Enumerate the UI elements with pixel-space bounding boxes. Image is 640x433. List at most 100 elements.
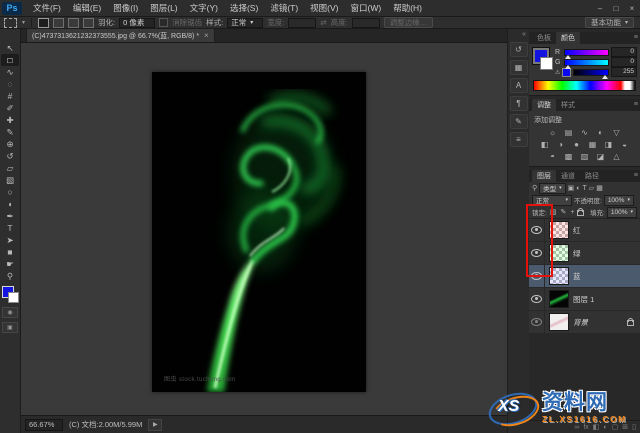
history-brush-tool[interactable]: ↺ [1, 150, 19, 162]
menu-select[interactable]: 选择(S) [224, 2, 264, 14]
path-selection-tool[interactable]: ➤ [1, 234, 19, 246]
new-selection-icon[interactable] [38, 17, 50, 28]
channel-mixer-icon[interactable]: ◨ [603, 139, 615, 149]
gradient-tool[interactable]: ▧ [1, 174, 19, 186]
exposure-icon[interactable]: ◐ [595, 127, 607, 137]
filter-smart-objects-icon[interactable]: ▦ [596, 184, 603, 192]
pen-tool[interactable]: ✒ [1, 210, 19, 222]
tool-preset-arrow-icon[interactable]: ▾ [22, 19, 25, 26]
lasso-tool[interactable]: ∿ [1, 66, 19, 78]
menu-filter[interactable]: 滤镜(T) [264, 2, 304, 14]
blur-tool[interactable]: ○ [1, 186, 19, 198]
brush-panel-icon[interactable]: ✎ [509, 114, 528, 129]
layer-row-layer1[interactable]: 图层 1 [529, 288, 640, 311]
smoke-image[interactable]: 图虫 stock.tuchong.com [152, 72, 366, 392]
rectangle-tool[interactable]: ■ [1, 246, 19, 258]
color-lookup-icon[interactable]: ◒ [619, 139, 631, 149]
tab-paths[interactable]: 路径 [580, 170, 604, 182]
crop-tool[interactable]: # [1, 90, 19, 102]
gradient-map-icon[interactable]: ◪ [595, 151, 607, 161]
tab-adjustments[interactable]: 调整 [532, 99, 556, 111]
panel-menu-icon[interactable]: ≡ [634, 34, 638, 41]
workspace-switcher[interactable]: 基本功能 ▾ [584, 17, 634, 28]
menu-edit[interactable]: 编辑(E) [67, 2, 107, 14]
refine-edge-button[interactable]: 调整边缘… [383, 17, 434, 28]
filter-shape-layers-icon[interactable]: ▱ [589, 184, 594, 192]
close-tab-icon[interactable]: × [204, 31, 209, 40]
history-panel-icon[interactable]: ↺ [509, 42, 528, 57]
dodge-tool[interactable]: ◖ [1, 198, 19, 210]
lock-all-icon[interactable] [577, 208, 585, 216]
tab-styles[interactable]: 样式 [556, 99, 580, 111]
document-tab[interactable]: (C)4737313621232373555.jpg @ 66.7%(蓝, RG… [26, 28, 215, 42]
width-input[interactable] [288, 17, 317, 28]
filter-adjustment-layers-icon[interactable]: ◐ [576, 185, 580, 192]
intersect-selection-icon[interactable] [83, 17, 95, 28]
visibility-toggle[interactable] [529, 288, 545, 310]
move-tool[interactable]: ↖ [1, 42, 19, 54]
add-selection-icon[interactable] [53, 17, 65, 28]
gamut-warning-icon[interactable]: ⚠ [555, 69, 560, 76]
panel-background-swatch[interactable] [540, 57, 553, 70]
color-spectrum-ramp[interactable] [533, 80, 636, 91]
rectangular-marquee-tool[interactable]: □ [1, 54, 19, 66]
curves-icon[interactable]: ∿ [579, 127, 591, 137]
invert-icon[interactable]: ◓ [547, 151, 559, 161]
swatches-panel-icon[interactable]: ▦ [509, 60, 528, 75]
swap-dimensions-icon[interactable]: ⇄ [320, 18, 326, 27]
clone-source-panel-icon[interactable]: ≡ [509, 132, 528, 147]
menu-file[interactable]: 文件(F) [27, 2, 67, 14]
close-button[interactable]: × [624, 0, 640, 16]
maximize-button[interactable]: □ [608, 0, 624, 16]
green-slider[interactable] [564, 58, 609, 69]
panel-menu-icon[interactable]: ≡ [634, 172, 638, 179]
lock-position-icon[interactable]: + [570, 209, 574, 216]
tab-swatches[interactable]: 色板 [532, 32, 556, 44]
filter-pixel-layers-icon[interactable]: ▣ [568, 184, 575, 192]
vibrance-icon[interactable]: ▽ [611, 127, 623, 137]
marquee-tool-preview-icon[interactable] [4, 17, 17, 28]
layer-thumbnail[interactable] [549, 313, 569, 331]
opacity-input[interactable]: 100% ▾ [603, 194, 634, 206]
posterize-icon[interactable]: ▩ [563, 151, 575, 161]
menu-type[interactable]: 文字(Y) [184, 2, 224, 14]
blue-slider[interactable] [573, 68, 609, 79]
layer-row-background[interactable]: 背景 [529, 311, 640, 334]
expand-panels-icon[interactable]: « [508, 29, 529, 39]
zoom-level-input[interactable]: 66.67% [25, 418, 63, 431]
type-tool[interactable]: T [1, 222, 19, 234]
lock-image-pixels-icon[interactable]: ✎ [560, 208, 566, 216]
menu-image[interactable]: 图像(I) [107, 2, 144, 14]
levels-icon[interactable]: ▤ [563, 127, 575, 137]
canvas-area[interactable]: 图虫 stock.tuchong.com [21, 43, 507, 415]
tab-channels[interactable]: 通道 [556, 170, 580, 182]
eyedropper-tool[interactable]: ✐ [1, 102, 19, 114]
menu-view[interactable]: 视图(V) [304, 2, 344, 14]
menu-window[interactable]: 窗口(W) [345, 2, 388, 14]
clone-stamp-tool[interactable]: ⊕ [1, 138, 19, 150]
tab-color[interactable]: 颜色 [556, 32, 580, 44]
hand-tool[interactable]: ☛ [1, 258, 19, 270]
zoom-tool[interactable]: ⚲ [1, 270, 19, 282]
menu-layer[interactable]: 图层(L) [144, 2, 183, 14]
red-slider[interactable] [564, 48, 609, 59]
green-value-input[interactable]: 0 [611, 57, 637, 67]
eraser-tool[interactable]: ▱ [1, 162, 19, 174]
subtract-selection-icon[interactable] [68, 17, 80, 28]
photo-filter-icon[interactable]: ▦ [587, 139, 599, 149]
brush-tool[interactable]: ✎ [1, 126, 19, 138]
selective-color-icon[interactable]: △ [611, 151, 623, 161]
height-input[interactable] [351, 17, 380, 28]
black-white-icon[interactable]: ● [571, 139, 583, 149]
spot-healing-brush-tool[interactable]: ✚ [1, 114, 19, 126]
brightness-contrast-icon[interactable]: ☼ [547, 127, 559, 137]
menu-help[interactable]: 帮助(H) [387, 2, 428, 14]
paragraph-panel-icon[interactable]: ¶ [509, 96, 528, 111]
blue-value-input[interactable]: 255 [611, 67, 637, 77]
status-options-icon[interactable]: ▶ [148, 418, 163, 431]
layer-filter-dropdown[interactable]: 类型 ▾ [539, 182, 566, 194]
hue-saturation-icon[interactable]: ◧ [539, 139, 551, 149]
screen-mode-button[interactable]: ▣ [2, 322, 18, 333]
character-panel-icon[interactable]: A [509, 78, 528, 93]
background-color-swatch[interactable] [8, 292, 19, 303]
